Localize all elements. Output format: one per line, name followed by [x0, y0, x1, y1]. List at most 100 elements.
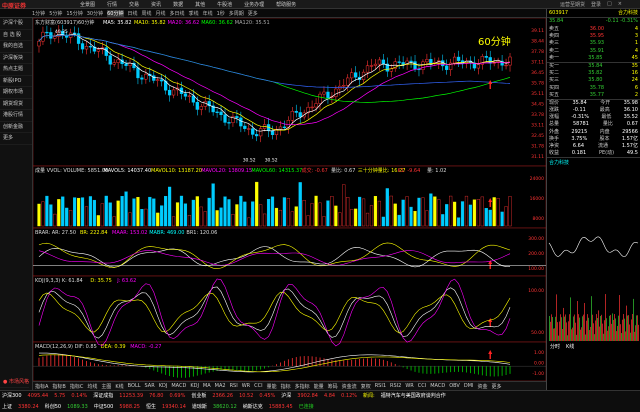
sidebar-item-9[interactable]: 创新金融: [0, 122, 32, 133]
sidebar-item-6[interactable]: 期权市场: [0, 87, 32, 99]
menu-item-4[interactable]: 数据: [173, 1, 183, 8]
sidebar-item-10[interactable]: 更多: [0, 133, 32, 145]
sidebar-item-2[interactable]: 我的自选: [0, 41, 32, 53]
chart-area[interactable]: 东方财富(603917)60分钟 MA5: 35.82 MA10: 35.82 MA2…: [32, 17, 547, 390]
indicator-tab-29[interactable]: DMI: [464, 383, 474, 390]
period-tab-1[interactable]: 5分钟: [49, 10, 62, 17]
indicator-tab-27[interactable]: MACD: [430, 383, 445, 390]
indicator-tab-30[interactable]: 资金: [478, 383, 488, 390]
volume-bar: [207, 197, 211, 227]
sidebar-item-0[interactable]: 沪深个股: [0, 18, 32, 30]
menu-item-0[interactable]: 全景图: [80, 1, 95, 8]
candle-body: [369, 65, 374, 67]
indicator-tab-21[interactable]: 资金流: [342, 383, 357, 390]
sidebar-item-8[interactable]: 港股行情: [0, 110, 32, 122]
sidebar-item-7[interactable]: 期货现货: [0, 99, 32, 110]
menu-item-6[interactable]: 牛股池: [217, 1, 232, 8]
menu-item-8[interactable]: 帮助服务: [276, 1, 296, 8]
candle-body: [136, 67, 140, 79]
menu-item-7[interactable]: 业务办理: [244, 1, 264, 8]
indicator-tab-7[interactable]: SAR: [145, 383, 155, 390]
window-control-2[interactable]: □: [607, 1, 612, 8]
period-tab-4[interactable]: 60分钟: [107, 10, 124, 17]
sidebar-item-1[interactable]: 自 选 股: [0, 30, 32, 41]
volume-bar: [401, 199, 405, 227]
quote-tab-0[interactable]: 分时: [550, 343, 560, 350]
mini-volume-bar: [594, 334, 595, 342]
window-control-1[interactable]: 登录: [591, 1, 601, 8]
volume-bar: [263, 213, 267, 227]
buys-price: 35.78: [589, 84, 605, 91]
indicator-tab-11[interactable]: MA: [203, 383, 211, 390]
indicator-tab-10[interactable]: KDJ: [190, 383, 199, 390]
indicator-tab-4[interactable]: 主图: [101, 383, 111, 390]
indicator-tab-18[interactable]: 多指标: [295, 383, 310, 390]
indicator-tab-23[interactable]: RSI1: [375, 383, 386, 390]
mini-volume-bar: [570, 297, 571, 342]
stat-value-2: 36.10: [623, 107, 638, 114]
kline-chart[interactable]: 东方财富(603917)60分钟 MA5: 35.82 MA10: 35.82 MA2…: [32, 17, 547, 382]
indicator-tab-6[interactable]: BOLL: [128, 383, 141, 390]
menu-item-5[interactable]: 其他: [195, 1, 205, 8]
mini-volume-bar: [598, 310, 599, 342]
indicator-tab-20[interactable]: 筹码: [328, 383, 338, 390]
indicator-tab-0[interactable]: 指标A: [35, 383, 48, 390]
candle-body: [144, 73, 148, 80]
period-tab-0[interactable]: 1分钟: [32, 10, 45, 17]
indicator-tab-28[interactable]: OBV: [449, 383, 460, 390]
period-tab-12[interactable]: 多周期: [229, 10, 244, 17]
indicator-tab-12[interactable]: MA2: [215, 383, 226, 390]
menu-item-2[interactable]: 交易: [129, 1, 139, 8]
window-control-3[interactable]: ×: [618, 1, 622, 8]
indicator-tab-22[interactable]: 复权: [361, 383, 371, 390]
indicator-tab-9[interactable]: MACD: [171, 383, 186, 390]
period-tab-7[interactable]: 月线: [156, 10, 166, 17]
period-tab-11[interactable]: 1秒: [217, 10, 225, 17]
period-tab-5[interactable]: 日线: [128, 10, 138, 17]
volume-bar: [251, 201, 255, 227]
period-tab-2[interactable]: 15分钟: [66, 10, 82, 17]
sidebar-item-4[interactable]: 热点主题: [0, 64, 32, 76]
indicator-tab-17[interactable]: 指标: [281, 383, 291, 390]
sidebar-item-3[interactable]: 沪深板块: [0, 53, 32, 64]
indicator-tab-1[interactable]: 指标B: [52, 383, 65, 390]
period-tab-13[interactable]: 更多: [248, 10, 258, 17]
candle-body: [152, 75, 156, 81]
legend-item: 成量 VVOL: VOLUME: 5851.00: [35, 167, 108, 174]
indicator-tab-5[interactable]: K线: [115, 383, 123, 390]
quote-tab-1[interactable]: K线: [566, 343, 574, 350]
title-bar: 中原证券 全景图 行情 交易 资讯 数据 其他 牛股池 业务办理 帮助服务 运营至期货 登录 □ ×: [0, 0, 640, 10]
period-tab-9[interactable]: 季线: [189, 10, 199, 17]
period-tab-3[interactable]: 30分钟: [87, 10, 103, 17]
candle-body: [84, 46, 89, 50]
menu-item-1[interactable]: 行情: [107, 1, 117, 8]
indicator-tab-8[interactable]: KDJ: [159, 383, 168, 390]
window-control-0[interactable]: 运营至期货: [560, 1, 585, 8]
volume-bar: [116, 200, 120, 227]
indicator-tab-19[interactable]: 能量: [314, 383, 324, 390]
period-tab-10[interactable]: 年线: [203, 10, 213, 17]
mini-volume-bar: [595, 320, 596, 342]
period-tab-8[interactable]: 多日线: [170, 10, 185, 17]
indicator-tab-2[interactable]: 指标C: [70, 383, 84, 390]
indicator-tab-14[interactable]: WR: [242, 383, 250, 390]
buys-label: 买五: [549, 91, 560, 98]
indicator-tab-26[interactable]: CCI: [418, 383, 426, 390]
sells-volume: 3: [634, 33, 638, 40]
volume-bar: [104, 195, 108, 227]
volume-bar: [259, 204, 263, 227]
period-tab-6[interactable]: 周线: [142, 10, 152, 17]
menu-item-3[interactable]: 资讯: [151, 1, 161, 8]
sidebar-item-5[interactable]: 新股IPO: [0, 76, 32, 87]
indicator-tab-25[interactable]: WR: [405, 383, 413, 390]
indicator-tab-13[interactable]: RSI: [230, 383, 238, 390]
indicator-tab-15[interactable]: CCI: [254, 383, 262, 390]
indicator-tab-24[interactable]: RSI2: [390, 383, 401, 390]
volume-bar: [53, 213, 57, 227]
candle-body: [255, 134, 259, 137]
indicator-tab-31[interactable]: 更多: [492, 383, 502, 390]
indicator-tab-3[interactable]: 均线: [87, 383, 97, 390]
sidebar-item-market-style[interactable]: ● 市场风格: [0, 377, 29, 388]
indicator-tab-16[interactable]: 量能: [267, 383, 277, 390]
indicator-tabs: 指标A 指标B 指标C 均线 主图 K线 BOLL SAR KDJ MACD KDJ MA MA2 RSI…: [33, 381, 546, 390]
